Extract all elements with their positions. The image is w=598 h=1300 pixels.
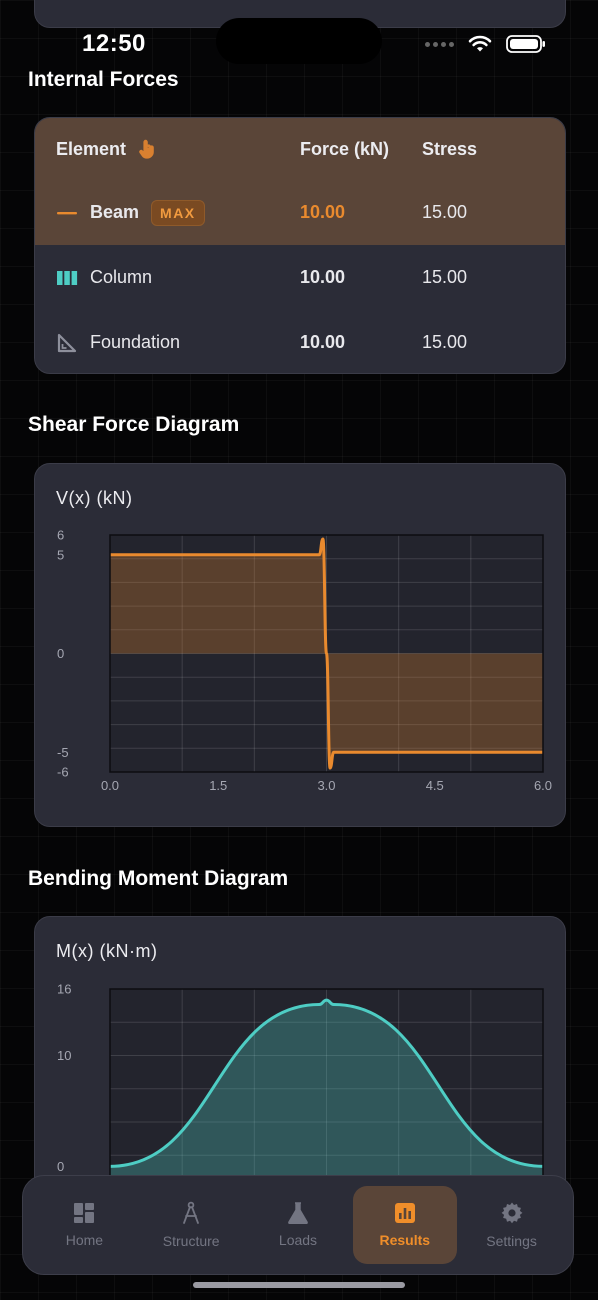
dynamic-island	[216, 18, 382, 64]
header-stress[interactable]: Stress	[422, 139, 542, 160]
shear-force-chart: 6 5 0 -5 -6 0.0 1.5 3.0 4.5 6.0	[57, 528, 552, 794]
tab-structure[interactable]: Structure	[139, 1186, 243, 1264]
internal-forces-table: Element Force (kN) Stress Beam MAX 10.00…	[34, 117, 566, 374]
table-header: Element Force (kN) Stress	[35, 118, 565, 180]
status-icons	[425, 34, 546, 54]
x-tick-label: 0.0	[101, 778, 119, 793]
wifi-icon	[468, 35, 492, 52]
status-bar: 12:50	[0, 0, 598, 70]
tap-hand-icon	[139, 139, 154, 159]
x-tick-label: 1.5	[209, 778, 227, 793]
signal-icon	[425, 41, 454, 47]
y-tick-label: 5	[57, 547, 64, 562]
foundation-icon	[57, 333, 77, 352]
max-badge: MAX	[151, 199, 205, 226]
chart-icon	[394, 1203, 415, 1223]
stress-value: 15.00	[422, 267, 468, 287]
element-name: Foundation	[90, 332, 181, 352]
element-name: Beam	[90, 202, 140, 222]
y-tick-label: -5	[57, 745, 69, 760]
home-indicator	[193, 1282, 405, 1288]
tab-home[interactable]: Home	[32, 1186, 136, 1264]
force-value: 10.00	[300, 202, 346, 222]
section-title-moment: Bending Moment Diagram	[28, 867, 289, 890]
section-title-shear: Shear Force Diagram	[28, 413, 240, 436]
compass-icon	[183, 1201, 200, 1224]
table-row-beam[interactable]: Beam MAX 10.00 15.00	[35, 180, 565, 245]
tab-loads[interactable]: Loads	[246, 1186, 350, 1264]
y-tick-label: 16	[57, 982, 71, 997]
y-tick-label: 6	[57, 528, 64, 543]
y-tick-label: 10	[57, 1048, 71, 1063]
stress-value: 15.00	[422, 202, 468, 222]
beam-icon	[57, 211, 77, 214]
tab-bar: Home Structure Loads Results Settings	[22, 1175, 574, 1275]
header-element[interactable]: Element	[35, 139, 300, 160]
y-tick-label: -6	[57, 765, 69, 780]
column-icon	[57, 270, 78, 285]
y-tick-label: 0	[57, 646, 64, 661]
y-tick-label: 0	[57, 1159, 64, 1174]
x-tick-label: 4.5	[426, 778, 444, 793]
tab-results[interactable]: Results	[352, 1186, 457, 1264]
gear-icon	[501, 1202, 522, 1224]
x-tick-label: 6.0	[534, 778, 552, 793]
shear-chart-card: V(x) (kN) 6 5 0 -5 -6 0.0 1.5 3.0 4.5 6.0	[34, 463, 566, 827]
x-tick-label: 3.0	[317, 778, 335, 793]
force-value: 10.00	[300, 267, 346, 287]
tab-settings[interactable]: Settings	[460, 1186, 564, 1264]
bending-moment-chart: 16 10 0	[57, 982, 544, 1217]
status-time: 12:50	[82, 30, 146, 57]
section-title-internal-forces: Internal Forces	[28, 68, 179, 91]
force-value: 10.00	[300, 332, 346, 352]
header-force[interactable]: Force (kN)	[300, 139, 422, 160]
table-row-column[interactable]: Column 10.00 15.00	[35, 245, 565, 310]
table-row-foundation[interactable]: Foundation 10.00 15.00	[35, 310, 565, 373]
element-name: Column	[90, 267, 153, 287]
battery-icon	[506, 35, 545, 53]
moment-chart-card: M(x) (kN·m) 16 10 0	[34, 916, 566, 1218]
flask-icon	[288, 1202, 308, 1224]
stress-value: 15.00	[422, 332, 468, 352]
home-icon	[74, 1203, 95, 1223]
